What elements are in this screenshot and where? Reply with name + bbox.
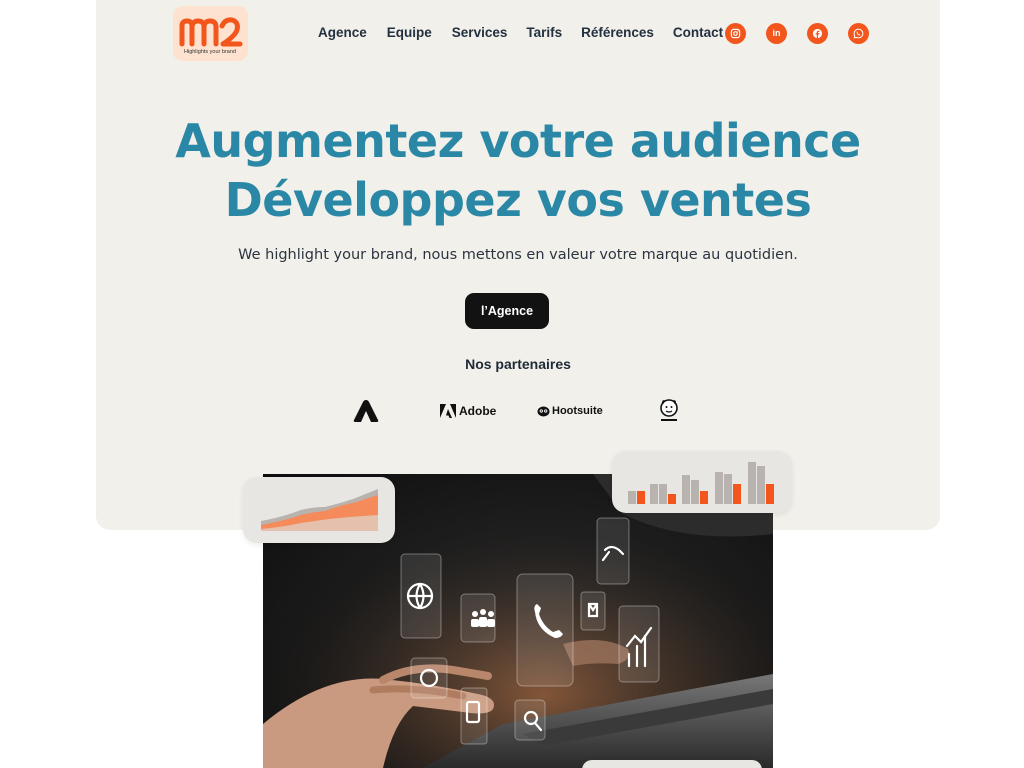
social-links: in [725,23,869,44]
agence-cta-button[interactable]: l’Agence [465,293,549,329]
nav-item-contact[interactable]: Contact [673,24,723,42]
adobe-icon [440,404,456,418]
facebook-icon[interactable] [807,23,828,44]
bottom-floating-card [582,760,762,768]
hero-panel [96,0,940,530]
area-chart-card [243,477,395,543]
hootsuite-owl-icon [537,406,550,417]
mailchimp-icon [660,399,678,421]
adobe-logo: Adobe [440,398,496,424]
hero-subtitle: We highlight your brand, nous mettons en… [238,247,798,263]
m2-logo-icon: Highlights your brand [173,6,248,61]
adobe-express-logo [352,398,380,424]
nav-item-equipe[interactable]: Equipe [387,24,432,42]
adobe-express-icon [353,400,379,422]
whatsapp-icon[interactable] [848,23,869,44]
nav-item-services[interactable]: Services [452,24,508,42]
bar-chart-graphic [628,462,774,504]
bar-chart-card [612,451,792,513]
main-nav: Agence Equipe Services Tarifs Références… [318,24,723,42]
nav-item-tarifs[interactable]: Tarifs [526,24,562,42]
nav-item-references[interactable]: Références [581,24,654,42]
mailchimp-logo [657,398,681,424]
linkedin-icon[interactable]: in [766,23,787,44]
hero-title-line2: Développez vos ventes [224,173,812,227]
nav-item-agence[interactable]: Agence [318,24,367,42]
area-chart-graphic [261,489,378,531]
brand-logo[interactable]: Highlights your brand [173,6,248,61]
svg-text:Highlights your brand: Highlights your brand [184,49,236,55]
hero-title-line1: Augmentez votre audience [175,114,861,168]
partners-title: Nos partenaires [465,356,571,372]
hootsuite-logo: Hootsuite [537,398,603,424]
instagram-icon[interactable] [725,23,746,44]
